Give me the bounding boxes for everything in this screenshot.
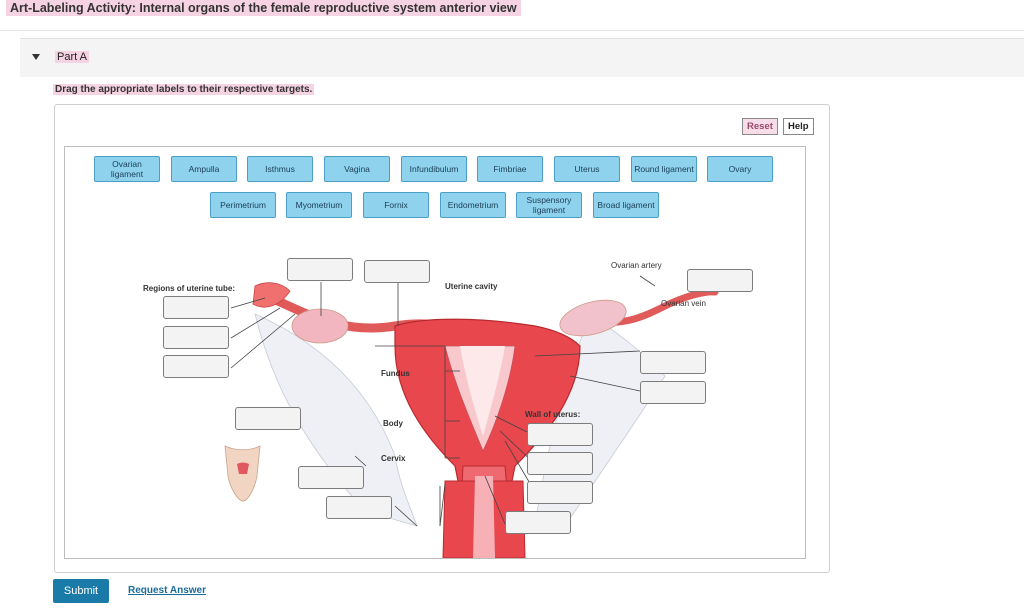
label-chip-suspensory-ligament[interactable]: Suspensory ligament — [516, 192, 582, 218]
help-button[interactable]: Help — [783, 118, 814, 135]
drop-target-2[interactable] — [364, 260, 430, 283]
drop-target-5[interactable] — [163, 326, 229, 349]
fundus-label: Fundus — [381, 369, 410, 378]
drop-target-3[interactable] — [687, 269, 753, 292]
part-a-header[interactable]: Part A — [20, 38, 1024, 77]
drop-target-12[interactable] — [298, 466, 364, 489]
label-chip-myometrium[interactable]: Myometrium — [286, 192, 352, 218]
ovarian-vein-label: Ovarian vein — [661, 299, 706, 308]
request-answer-link[interactable]: Request Answer — [128, 585, 206, 596]
drop-target-10[interactable] — [527, 423, 593, 446]
drop-target-8[interactable] — [640, 381, 706, 404]
activity-title: Art-Labeling Activity: Internal organs o… — [6, 0, 521, 16]
label-chip-broad-ligament[interactable]: Broad ligament — [593, 192, 659, 218]
drop-target-13[interactable] — [527, 481, 593, 504]
label-chip-ampulla[interactable]: Ampulla — [171, 156, 237, 182]
drop-target-15[interactable] — [505, 511, 571, 534]
drop-target-1[interactable] — [287, 258, 353, 281]
uterine-cavity-label: Uterine cavity — [445, 282, 498, 291]
label-chip-round-ligament[interactable]: Round ligament — [631, 156, 697, 182]
label-tray: Ovarian ligament Ampulla Isthmus Vagina … — [64, 146, 806, 228]
header-divider — [0, 30, 1024, 31]
label-chip-uterus[interactable]: Uterus — [554, 156, 620, 182]
instructions-text: Drag the appropriate labels to their res… — [53, 84, 315, 95]
part-a-label: Part A — [55, 51, 89, 63]
anatomy-diagram: Regions of uterine tube: Uterine cavity … — [64, 226, 806, 559]
label-chip-infundibulum[interactable]: Infundibulum — [401, 156, 467, 182]
label-chip-fornix[interactable]: Fornix — [363, 192, 429, 218]
body-locator-icon — [224, 445, 261, 502]
ovarian-artery-label: Ovarian artery — [611, 261, 662, 270]
regions-uterine-tube-label: Regions of uterine tube: — [143, 284, 235, 293]
drop-target-4[interactable] — [163, 296, 229, 319]
drop-target-6[interactable] — [163, 355, 229, 378]
collapse-arrow-icon[interactable] — [32, 54, 40, 60]
drop-target-9[interactable] — [235, 407, 301, 430]
drop-target-7[interactable] — [640, 351, 706, 374]
wall-of-uterus-label: Wall of uterus: — [525, 410, 581, 419]
label-chip-isthmus[interactable]: Isthmus — [247, 156, 313, 182]
submit-button[interactable]: Submit — [53, 579, 109, 603]
label-chip-ovary[interactable]: Ovary — [707, 156, 773, 182]
label-chip-vagina[interactable]: Vagina — [324, 156, 390, 182]
label-chip-perimetrium[interactable]: Perimetrium — [210, 192, 276, 218]
drop-target-11[interactable] — [527, 452, 593, 475]
drop-target-14[interactable] — [326, 496, 392, 519]
body-label: Body — [383, 419, 403, 428]
reset-button[interactable]: Reset — [742, 118, 778, 135]
cervix-label: Cervix — [381, 454, 406, 463]
label-chip-endometrium[interactable]: Endometrium — [440, 192, 506, 218]
label-chip-fimbriae[interactable]: Fimbriae — [477, 156, 543, 182]
label-chip-ovarian-ligament[interactable]: Ovarian ligament — [94, 156, 160, 182]
